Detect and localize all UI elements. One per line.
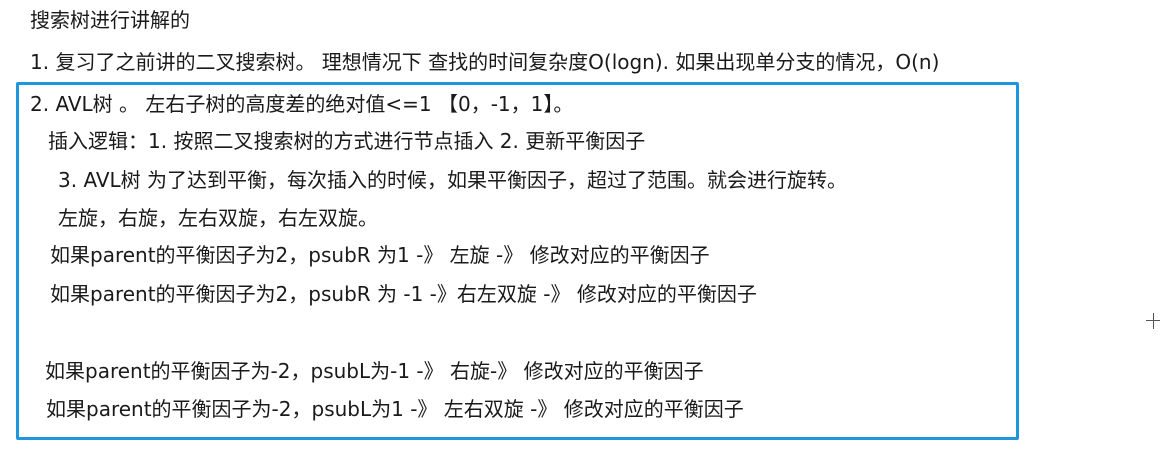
rotation-types-line: 左旋，右旋，左右双旋，右左双旋。 <box>58 206 378 230</box>
note-line-1: 1. 复习了之前讲的二叉搜索树。 理想情况下 查找的时间复杂度O(logn). … <box>30 50 940 74</box>
document-title: 搜索树进行讲解的 <box>30 8 190 32</box>
note-line-2: 2. AVL树 。 左右子树的高度差的绝对值<=1 【0，-1，1】。 <box>30 92 574 116</box>
crosshair-cursor-icon <box>1146 313 1160 329</box>
rule-right-left-rotate: 如果parent的平衡因子为2，psubR 为 -1 -》右左双旋 -》 修改对… <box>50 282 757 306</box>
insert-logic-line: 插入逻辑：1. 按照二叉搜索树的方式进行节点插入 2. 更新平衡因子 <box>48 129 646 153</box>
rotation-intro-line: 3. AVL树 为了达到平衡，每次插入的时候，如果平衡因子，超过了范围。就会进行… <box>58 168 848 192</box>
rule-right-rotate: 如果parent的平衡因子为-2，psubL为-1 -》 右旋-》 修改对应的平… <box>45 359 704 383</box>
rule-left-rotate: 如果parent的平衡因子为2，psubR 为1 -》 左旋 -》 修改对应的平… <box>50 243 710 267</box>
rule-left-right-rotate: 如果parent的平衡因子为-2，psubL为1 -》 左右双旋 -》 修改对应… <box>46 397 744 421</box>
